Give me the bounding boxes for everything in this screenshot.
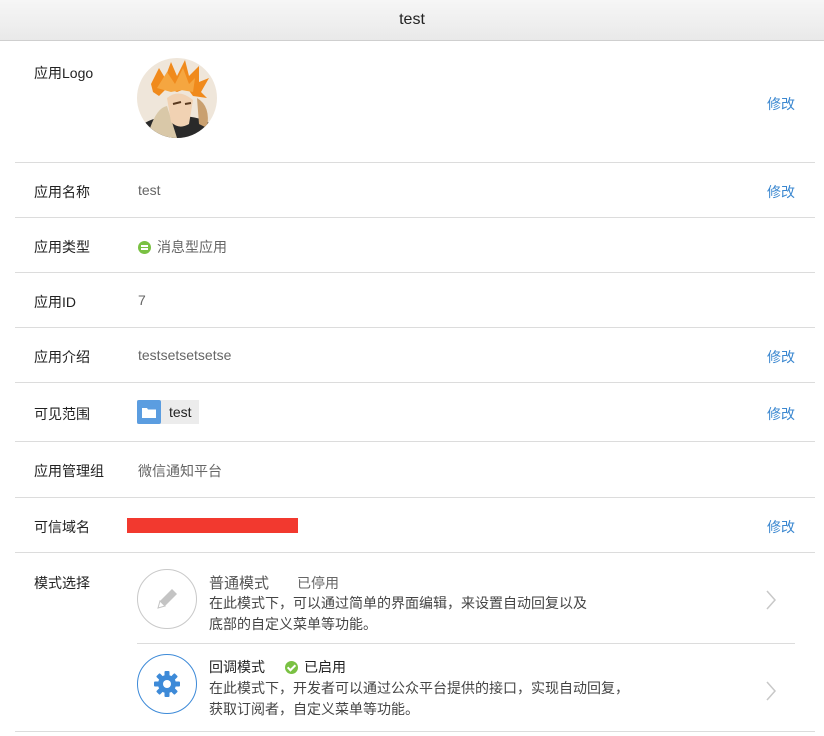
mode-callback-status: 已启用 bbox=[285, 657, 346, 677]
mode-normal-status: 已停用 bbox=[297, 575, 339, 591]
mode-callback-desc-line1: 在此模式下，开发者可以通过公众平台提供的接口，实现自动回复， bbox=[209, 680, 629, 696]
mode-item-callback[interactable]: 回调模式 已启用 在此模式下，开发者可以通过公众平台提供的接口，实现自动回复， … bbox=[137, 644, 795, 729]
label-app-intro: 应用介绍 bbox=[34, 349, 90, 365]
scope-tag-text: test bbox=[169, 404, 192, 420]
value-app-name: test bbox=[138, 182, 161, 198]
mode-normal-desc-line1: 在此模式下，可以通过简单的界面编辑，来设置自动回复以及 bbox=[209, 595, 587, 611]
value-admin-group: 微信通知平台 bbox=[138, 463, 222, 479]
row-app-name: 应用名称 test 修改 bbox=[15, 163, 815, 218]
app-logo-avatar bbox=[137, 58, 217, 138]
gear-icon bbox=[137, 654, 197, 714]
edit-domain-link[interactable]: 修改 bbox=[767, 517, 795, 537]
check-circle-icon bbox=[285, 661, 298, 674]
mode-normal-title: 普通模式 bbox=[209, 575, 270, 592]
row-visible-scope: 可见范围 test 修改 bbox=[15, 383, 815, 442]
edit-intro-link[interactable]: 修改 bbox=[767, 347, 795, 367]
label-mode-select: 模式选择 bbox=[34, 575, 90, 591]
app-settings-list: 应用Logo 修改 应用名称 test 修改 应用类型 消息型应用 应用ID 7… bbox=[15, 41, 815, 732]
row-mode-select: 模式选择 普通模式 已停用 在此模式下，可以通过简单的界面编辑，来设置自动回复以… bbox=[15, 553, 815, 732]
row-app-logo: 应用Logo 修改 bbox=[15, 41, 815, 163]
mode-item-normal[interactable]: 普通模式 已停用 在此模式下，可以通过简单的界面编辑，来设置自动回复以及 底部的… bbox=[137, 553, 795, 644]
window-title: test bbox=[0, 0, 824, 41]
value-app-id: 7 bbox=[138, 292, 146, 308]
label-app-type: 应用类型 bbox=[34, 239, 90, 255]
value-app-type-text: 消息型应用 bbox=[157, 239, 227, 255]
edit-logo-link[interactable]: 修改 bbox=[767, 94, 795, 114]
redacted-domain-value bbox=[127, 518, 298, 533]
mode-callback-desc-line2: 获取订阅者，自定义菜单等功能。 bbox=[209, 701, 419, 717]
pencil-icon bbox=[137, 569, 197, 629]
value-app-type: 消息型应用 bbox=[138, 237, 227, 257]
label-trusted-domain: 可信域名 bbox=[34, 519, 90, 535]
mode-callback-status-text: 已启用 bbox=[304, 659, 346, 675]
label-app-name: 应用名称 bbox=[34, 184, 90, 200]
row-admin-group: 应用管理组 微信通知平台 bbox=[15, 442, 815, 498]
value-app-intro: testsetsetsetse bbox=[138, 347, 232, 363]
label-app-logo: 应用Logo bbox=[34, 65, 94, 81]
mode-normal-desc: 在此模式下，可以通过简单的界面编辑，来设置自动回复以及 底部的自定义菜单等功能。 bbox=[209, 593, 639, 635]
row-app-type: 应用类型 消息型应用 bbox=[15, 218, 815, 273]
mode-normal-desc-line2: 底部的自定义菜单等功能。 bbox=[209, 616, 377, 632]
label-visible-scope: 可见范围 bbox=[34, 406, 90, 422]
mode-callback-desc: 在此模式下，开发者可以通过公众平台提供的接口，实现自动回复， 获取订阅者，自定义… bbox=[209, 678, 639, 720]
row-app-id: 应用ID 7 bbox=[15, 273, 815, 328]
message-type-icon bbox=[138, 241, 151, 254]
folder-icon bbox=[137, 400, 161, 424]
row-trusted-domain: 可信域名 修改 bbox=[15, 498, 815, 553]
scope-tag: test bbox=[137, 400, 199, 424]
chevron-right-icon[interactable] bbox=[765, 589, 777, 614]
edit-scope-link[interactable]: 修改 bbox=[767, 404, 795, 424]
row-app-intro: 应用介绍 testsetsetsetse 修改 bbox=[15, 328, 815, 383]
chevron-right-icon[interactable] bbox=[765, 680, 777, 705]
label-app-id: 应用ID bbox=[34, 294, 76, 310]
label-admin-group: 应用管理组 bbox=[34, 463, 104, 479]
edit-name-link[interactable]: 修改 bbox=[767, 182, 795, 202]
mode-callback-title: 回调模式 bbox=[209, 659, 265, 675]
